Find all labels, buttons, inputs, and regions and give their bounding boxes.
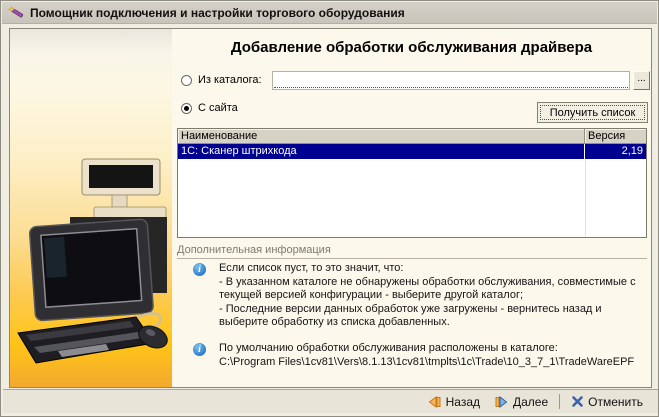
info-icon: i [193, 263, 206, 276]
wizard-wand-icon [8, 5, 24, 21]
default-catalog-path: C:\Program Files\1cv81\Vers\8.1.13\1cv81… [219, 355, 635, 368]
info-icon: i [193, 343, 206, 356]
info-note-text: Если список пуст, то это значит, что: - … [219, 262, 645, 330]
from-catalog-label: Из каталога: [198, 74, 262, 86]
required-field-underline [274, 87, 628, 88]
main-panel: Добавление обработки обслуживания драйве… [172, 29, 651, 387]
from-catalog-radio[interactable] [181, 74, 192, 86]
info-note-default-catalog: i По умолчанию обработки обслуживания ра… [172, 342, 651, 369]
column-header-name[interactable]: Наименование [178, 129, 585, 143]
info-note-empty-list: i Если список пуст, то это значит, что: … [172, 262, 651, 330]
window-title: Помощник подключения и настройки торгово… [30, 5, 405, 20]
drivers-table[interactable]: Наименование Версия 1С: Сканер штрихкода… [177, 128, 647, 238]
back-arrow-icon [427, 395, 442, 409]
catalog-path-input[interactable] [274, 73, 628, 86]
column-header-version[interactable]: Версия [585, 129, 646, 143]
note-line: - Последние версии данных обработок уже … [219, 302, 602, 329]
get-list-button-label: Получить список [540, 105, 645, 120]
wizard-window: Помощник подключения и настройки торгово… [0, 0, 659, 417]
additional-info-section-title: Дополнительная информация [177, 244, 647, 259]
next-arrow-icon [494, 395, 509, 409]
next-button[interactable]: Далее [487, 393, 555, 411]
note-line: По умолчанию обработки обслуживания расп… [219, 342, 558, 354]
table-column-divider [585, 160, 586, 237]
cancel-button[interactable]: Отменить [564, 393, 650, 411]
info-note-text: По умолчанию обработки обслуживания расп… [219, 342, 645, 369]
from-site-label: С сайта [198, 102, 238, 114]
illustration-panel [10, 29, 172, 387]
footer-separator [559, 394, 561, 409]
driver-name-cell: 1С: Сканер штрихкода [178, 144, 585, 159]
table-row[interactable]: 1С: Сканер штрихкода 2,19 [178, 144, 646, 159]
driver-version-cell: 2,19 [621, 145, 643, 157]
footer-bar: Назад Далее Отменить [3, 389, 658, 413]
radio-row-from-site[interactable]: С сайта [181, 101, 238, 115]
page-title: Добавление обработки обслуживания драйве… [230, 39, 593, 56]
back-button[interactable]: Назад [420, 393, 487, 411]
table-header-row: Наименование Версия [178, 129, 646, 144]
pos-computer-illustration [17, 158, 168, 364]
cancel-x-icon [571, 395, 584, 408]
catalog-path-field [272, 71, 630, 90]
next-button-label: Далее [513, 394, 549, 409]
note-line: - В указанном каталоге не обнаружены обр… [219, 275, 636, 302]
note-line: Если список пуст, то это значит, что: [219, 262, 404, 274]
from-site-radio[interactable] [181, 102, 192, 114]
browse-button[interactable]: ... [633, 71, 650, 90]
content-frame: Добавление обработки обслуживания драйве… [9, 28, 652, 388]
title-bar: Помощник подключения и настройки торгово… [2, 2, 657, 24]
cancel-button-label: Отменить [588, 394, 643, 409]
get-list-button[interactable]: Получить список [537, 102, 648, 123]
back-button-label: Назад [445, 394, 480, 409]
radio-row-from-catalog[interactable]: Из каталога: [181, 73, 262, 87]
